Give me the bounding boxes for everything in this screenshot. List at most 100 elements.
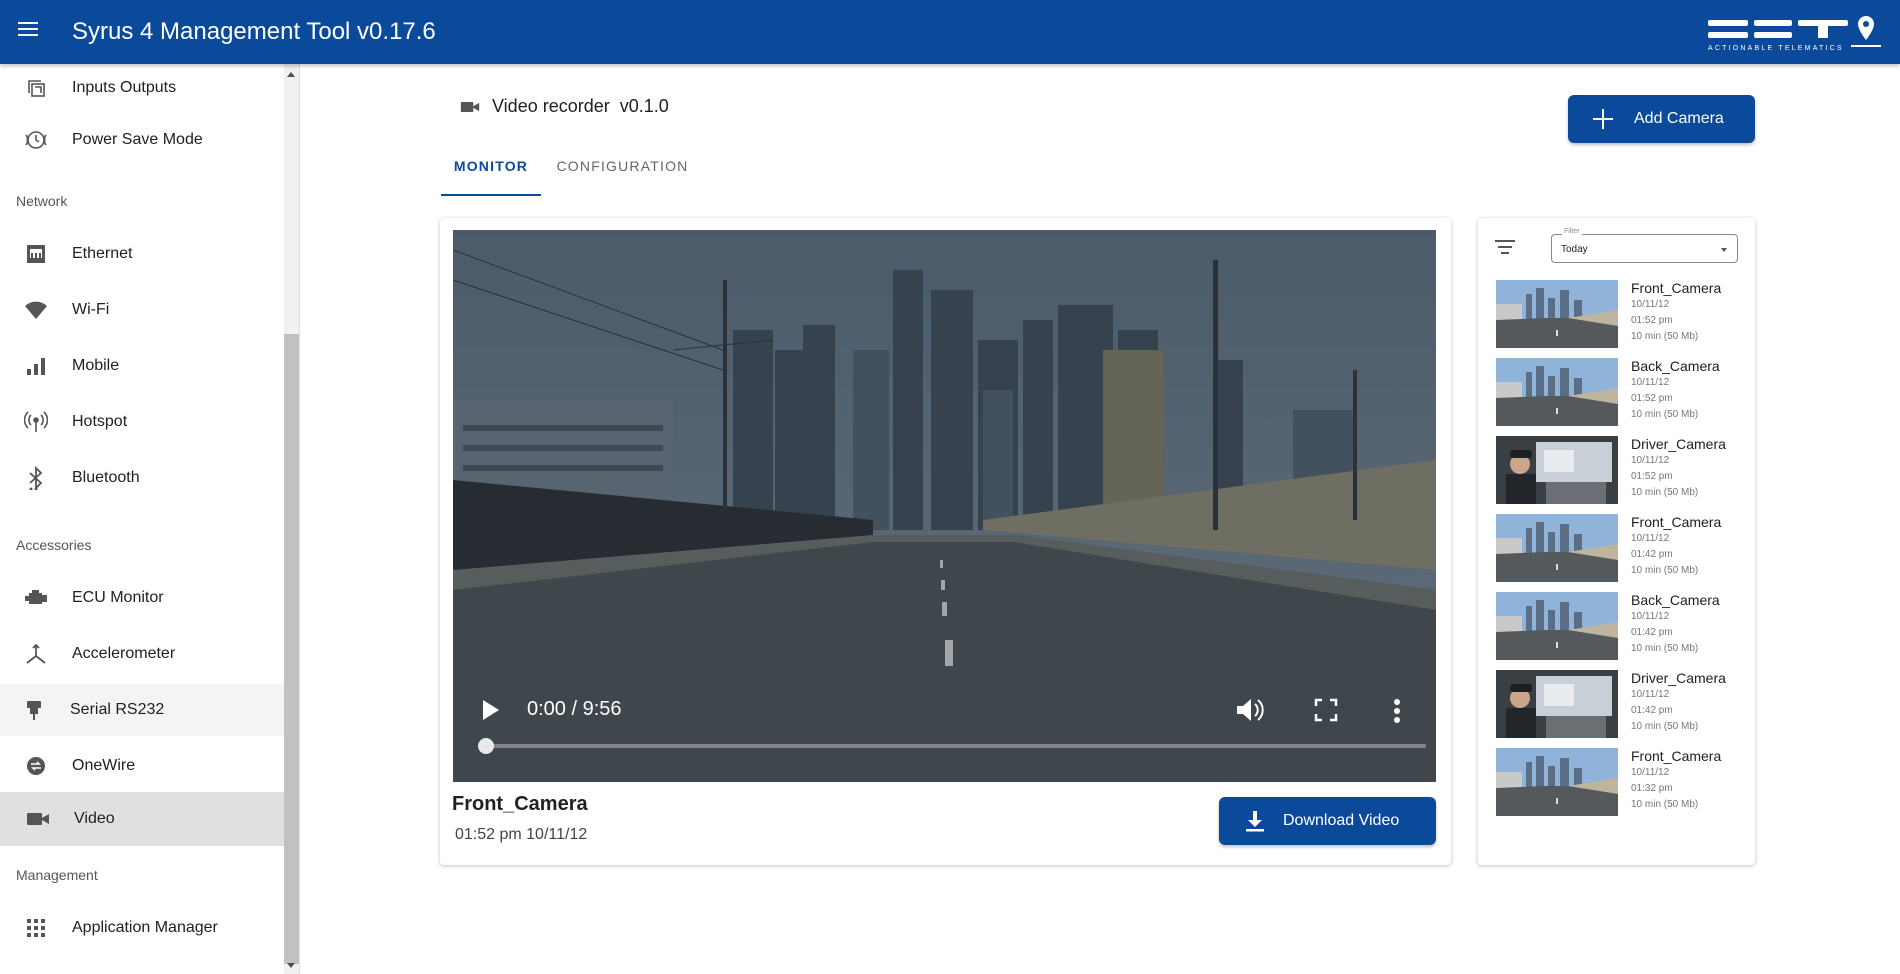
tab-monitor[interactable]: MONITOR	[441, 158, 541, 196]
street-thumbnail	[1496, 514, 1618, 582]
sidebar-item-label: Accelerometer	[72, 645, 176, 662]
sidebar-item-label: Bluetooth	[72, 469, 140, 486]
recording-item[interactable]: Back_Camera 10/11/12 01:52 pm 10 min (50 Mb…	[1496, 358, 1726, 428]
recording-item[interactable]: Driver_Camera 10/11/12 01:52 pm 10 min (50 …	[1496, 436, 1726, 506]
dct-logo: ACTIONABLE TELEMATICS	[1708, 16, 1881, 52]
recording-name: Front_Camera	[1631, 514, 1722, 530]
recording-info: 10 min (50 Mb)	[1631, 643, 1699, 654]
date-filter-select[interactable]: Filter Today	[1551, 228, 1738, 263]
video-date: 01:52 pm 10/11/12	[455, 826, 588, 843]
recording-date: 10/11/12	[1631, 767, 1670, 778]
hotspot-icon	[24, 410, 48, 434]
recording-info: 10 min (50 Mb)	[1631, 487, 1699, 498]
download-video-button[interactable]: Download Video	[1219, 797, 1436, 845]
menu-icon[interactable]	[14, 18, 42, 46]
recording-info: 10 min (50 Mb)	[1631, 565, 1699, 576]
power-save-icon	[24, 128, 48, 152]
street-thumbnail	[1496, 280, 1618, 348]
video-progress-bar[interactable]	[483, 744, 1426, 748]
video-progress-knob[interactable]	[478, 738, 494, 754]
app-bar: Syrus 4 Management Tool v0.17.6 ACTIONAB…	[0, 0, 1900, 64]
videocam-icon	[26, 807, 50, 831]
sidebar-item-label: Application Manager	[72, 919, 218, 936]
recording-time: 01:32 pm	[1631, 783, 1673, 794]
sidebar-item-onewire[interactable]: OneWire	[0, 740, 284, 792]
chevron-down-icon	[1721, 248, 1727, 252]
tab-label: CONFIGURATION	[556, 158, 689, 174]
play-icon[interactable]	[481, 698, 501, 722]
recording-date: 10/11/12	[1631, 377, 1670, 388]
apps-grid-icon	[24, 916, 48, 940]
fullscreen-icon[interactable]	[1314, 698, 1338, 722]
serial-plug-icon	[22, 698, 46, 722]
street-thumbnail	[1496, 748, 1618, 816]
scrollbar-thumb[interactable]	[284, 334, 299, 964]
download-video-label: Download Video	[1283, 812, 1400, 829]
recording-item[interactable]: Back_Camera 10/11/12 01:42 pm 10 min (50 Mb…	[1496, 592, 1726, 662]
filter-value: Today	[1561, 244, 1588, 255]
filter-label: Filter	[1562, 228, 1582, 235]
page-header: Video recorder v0.1.0	[460, 96, 669, 117]
video-time: 0:00 / 9:56	[527, 698, 622, 720]
recording-date: 10/11/12	[1631, 611, 1670, 622]
sidebar-item-label: ECU Monitor	[72, 589, 164, 606]
recording-time: 01:52 pm	[1631, 315, 1673, 326]
filter-icon[interactable]	[1495, 240, 1515, 256]
recording-info: 10 min (50 Mb)	[1631, 409, 1699, 420]
sidebar-item-mobile[interactable]: Mobile	[0, 340, 284, 392]
sidebar-item-ethernet[interactable]: Ethernet	[0, 228, 284, 280]
sidebar-item-label: Mobile	[72, 357, 120, 374]
page-title: Video recorder v0.1.0	[492, 96, 669, 116]
sidebar-item-video[interactable]: Video	[0, 792, 284, 846]
sidebar-item-serial-rs232[interactable]: Serial RS232	[0, 684, 284, 736]
sidebar-item-accelerometer[interactable]: Accelerometer	[0, 628, 284, 680]
sidebar-item-application-manager[interactable]: Application Manager	[0, 902, 284, 954]
recording-name: Back_Camera	[1631, 358, 1720, 374]
sidebar-item-hotspot[interactable]: Hotspot	[0, 396, 284, 448]
recording-name: Front_Camera	[1631, 748, 1722, 764]
driver-thumbnail	[1496, 436, 1618, 504]
sidebar-item-label: Hotspot	[72, 413, 128, 430]
logo-tagline: ACTIONABLE TELEMATICS	[1708, 45, 1844, 52]
app-title: Syrus 4 Management Tool v0.17.6	[72, 18, 436, 45]
tab-configuration[interactable]: CONFIGURATION	[550, 158, 695, 196]
download-icon	[1246, 811, 1264, 832]
recording-date: 10/11/12	[1631, 689, 1670, 700]
recording-item[interactable]: Front_Camera 10/11/12 01:42 pm 10 min (50 M…	[1496, 514, 1726, 584]
sidebar-item-label: OneWire	[72, 757, 136, 774]
recording-name: Driver_Camera	[1631, 670, 1726, 686]
recording-name: Back_Camera	[1631, 592, 1720, 608]
recording-time: 01:42 pm	[1631, 705, 1673, 716]
sidebar: Inputs Outputs Power Save Mode Network E…	[0, 64, 284, 974]
signal-bars-icon	[24, 354, 48, 378]
sidebar-scrollbar[interactable]	[284, 64, 299, 974]
sidebar-item-label: Wi-Fi	[72, 301, 110, 318]
add-camera-button[interactable]: Add Camera	[1568, 95, 1755, 143]
section-header-network: Network	[16, 193, 68, 209]
sidebar-item-power-save[interactable]: Power Save Mode	[0, 114, 284, 166]
recording-item[interactable]: Front_Camera 10/11/12 01:52 pm 10 min (50 M…	[1496, 280, 1726, 350]
axis-icon	[24, 642, 48, 666]
sidebar-item-bluetooth[interactable]: Bluetooth	[0, 452, 284, 504]
recording-info: 10 min (50 Mb)	[1631, 721, 1699, 732]
sidebar-item-wifi[interactable]: Wi-Fi	[0, 284, 284, 336]
sidebar-item-ecu-monitor[interactable]: ECU Monitor	[0, 572, 284, 624]
recording-name: Driver_Camera	[1631, 436, 1726, 452]
recording-item[interactable]: Front_Camera 10/11/12 01:32 pm 10 min (50 M…	[1496, 748, 1726, 818]
recording-date: 10/11/12	[1631, 455, 1670, 466]
recording-item[interactable]: Driver_Camera 10/11/12 01:42 pm 10 min (50 …	[1496, 670, 1726, 740]
sidebar-item-inputs-outputs[interactable]: Inputs Outputs	[0, 64, 284, 114]
video-controls: 0:00 / 9:56	[453, 680, 1436, 782]
scroll-down-icon[interactable]	[287, 963, 295, 968]
add-camera-label: Add Camera	[1634, 110, 1724, 127]
sidebar-item-label: Ethernet	[72, 245, 133, 262]
street-thumbnail	[1496, 592, 1618, 660]
plus-icon	[1592, 108, 1614, 130]
sidebar-item-label: Video	[74, 810, 115, 827]
volume-icon[interactable]	[1235, 696, 1265, 724]
more-vert-icon[interactable]	[1393, 698, 1401, 724]
scroll-up-icon[interactable]	[287, 72, 295, 77]
recording-date: 10/11/12	[1631, 533, 1670, 544]
videocam-icon	[460, 101, 480, 112]
onewire-icon	[24, 754, 48, 778]
